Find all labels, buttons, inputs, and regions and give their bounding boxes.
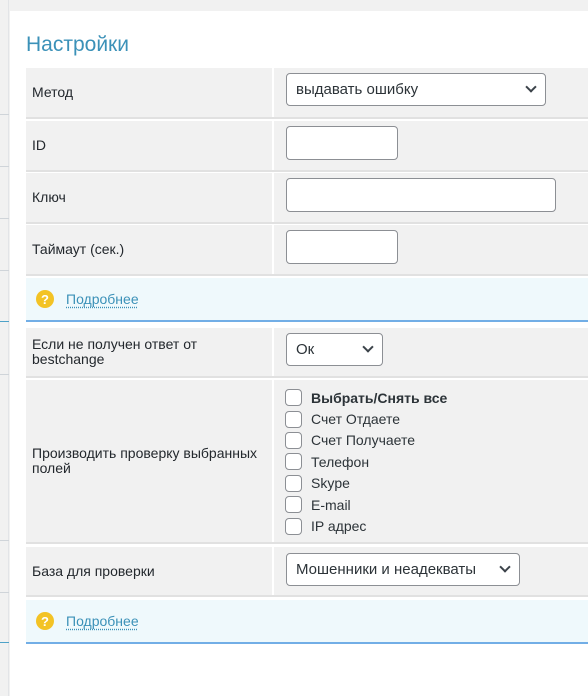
no-response-select[interactable]: Ок <box>286 333 383 366</box>
question-circle-icon: ? <box>36 290 54 308</box>
database-row: База для проверки Мошенники и неадекваты <box>26 547 588 597</box>
method-field-cell: выдавать ошибку <box>274 68 588 117</box>
checkbox-label: Skype <box>311 475 350 492</box>
checkbox-item-account-give[interactable]: Счет Отдаете <box>285 408 447 429</box>
checkbox-label: Счет Получаете <box>311 432 416 449</box>
sidebar-divider <box>0 321 9 322</box>
checkbox-label: Выбрать/Снять все <box>311 389 448 406</box>
checkbox-item-email[interactable]: E-mail <box>285 494 447 515</box>
timeout-row: Таймаут (сек.) <box>26 225 588 276</box>
no-response-select-value: Ок <box>296 341 315 358</box>
timeout-label: Таймаут (сек.) <box>26 225 272 274</box>
method-row: Метод выдавать ошибку <box>26 68 588 119</box>
key-row: Ключ <box>26 173 588 224</box>
checkbox-label: Счет Отдаете <box>311 411 401 428</box>
sidebar-divider <box>0 540 9 541</box>
sidebar-divider <box>0 374 9 375</box>
more-link[interactable]: Подробнее <box>66 291 139 307</box>
check-fields-list: Выбрать/Снять все Счет Отдаете Счет Полу… <box>285 387 447 537</box>
timeout-input[interactable] <box>286 230 398 264</box>
page-title: Настройки <box>26 33 129 56</box>
question-circle-icon: ? <box>36 612 54 630</box>
sidebar-divider <box>0 642 9 643</box>
checkbox[interactable] <box>285 496 302 514</box>
method-select[interactable]: выдавать ошибку <box>286 73 546 106</box>
settings-panel: Настройки Метод выдавать ошибку ID Ключ … <box>10 11 588 696</box>
checkbox-item-phone[interactable]: Телефон <box>285 451 447 472</box>
checkbox-label: Телефон <box>311 453 370 470</box>
database-label: База для проверки <box>26 547 272 595</box>
no-response-field-cell: Ок <box>274 328 588 376</box>
key-field-cell <box>274 173 588 222</box>
checkbox[interactable] <box>285 431 302 449</box>
checkbox[interactable] <box>285 453 302 471</box>
checkbox[interactable] <box>285 389 302 407</box>
chevron-down-icon <box>499 560 511 573</box>
checkbox[interactable] <box>285 474 302 492</box>
more-link[interactable]: Подробнее <box>66 613 139 629</box>
checkbox-item-account-receive[interactable]: Счет Получаете <box>285 430 447 451</box>
info-bar: ? Подробнее <box>26 600 588 644</box>
no-response-row: Если не получен ответ от bestchange Ок <box>26 328 588 378</box>
checkbox-label: IP адрес <box>311 518 367 535</box>
key-input[interactable] <box>286 178 556 212</box>
check-fields-cell: Выбрать/Снять все Счет Отдаете Счет Полу… <box>274 380 588 542</box>
sidebar-divider <box>0 592 9 593</box>
checkbox-item-skype[interactable]: Skype <box>285 473 447 494</box>
database-select[interactable]: Мошенники и неадекваты <box>286 553 520 586</box>
checkbox[interactable] <box>285 517 302 535</box>
sidebar-divider <box>0 166 9 167</box>
check-fields-row: Производить проверку выбранных полей Выб… <box>26 380 588 544</box>
no-response-label: Если не получен ответ от bestchange <box>26 328 272 376</box>
left-sidebar-edge <box>0 0 9 696</box>
select-all-checkbox-item[interactable]: Выбрать/Снять все <box>285 387 447 408</box>
chevron-down-icon <box>362 340 374 353</box>
key-label: Ключ <box>26 173 272 222</box>
id-row: ID <box>26 121 588 172</box>
database-field-cell: Мошенники и неадекваты <box>274 547 588 595</box>
id-label: ID <box>26 121 272 170</box>
timeout-field-cell <box>274 225 588 274</box>
checkbox-label: E-mail <box>311 496 351 513</box>
info-bar: ? Подробнее <box>26 278 588 322</box>
database-select-value: Мошенники и неадекваты <box>296 561 477 578</box>
method-select-value: выдавать ошибку <box>296 81 419 98</box>
check-fields-label: Производить проверку выбранных полей <box>26 380 272 542</box>
id-input[interactable] <box>286 126 398 160</box>
checkbox[interactable] <box>285 410 302 428</box>
checkbox-item-ip[interactable]: IP адрес <box>285 515 447 536</box>
sidebar-divider <box>0 218 9 219</box>
sidebar-divider <box>0 114 9 115</box>
id-field-cell <box>274 121 588 170</box>
chevron-down-icon <box>525 80 537 93</box>
method-label: Метод <box>26 68 272 117</box>
sidebar-divider <box>0 270 9 271</box>
